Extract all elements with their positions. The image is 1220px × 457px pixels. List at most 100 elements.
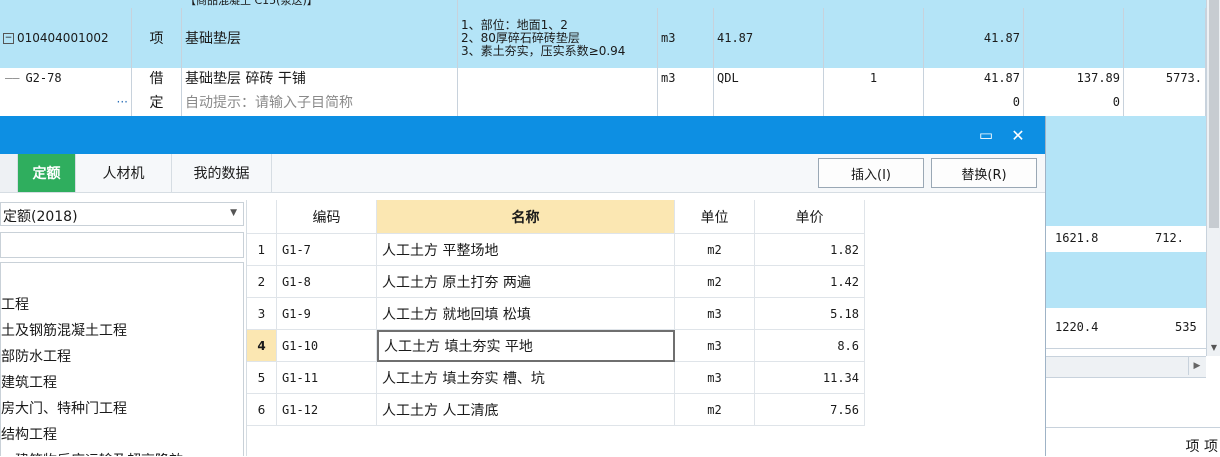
close-icon[interactable]: ✕ [1008, 125, 1028, 145]
tree-search-input[interactable] [0, 232, 244, 258]
row-price: 11.34 [755, 362, 865, 394]
sheet-row-item[interactable]: − 010404001002 项 基础垫层 1、部位：地面1、2 2、80厚碎石… [0, 8, 1220, 69]
table-row[interactable]: 6 G1-12 人工土方 人工清底 m2 7.56 [247, 394, 865, 426]
item-expr: 41.87 [714, 8, 824, 68]
row-index: 1 [247, 234, 277, 266]
quota-unit: m3 [658, 68, 714, 88]
table-row[interactable]: 5 G1-11 人工土方 填土夯实 槽、坑 m3 11.34 [247, 362, 865, 394]
right-value-b1: 1220.4 [1055, 320, 1099, 334]
tree-item-1[interactable]: 土及钢筋混凝土工程 [1, 317, 127, 343]
quota-expr: QDL [714, 68, 824, 88]
sheet-right-highlight-1 [1045, 116, 1206, 226]
dialog-titlebar[interactable]: ▭ ✕ [0, 116, 1045, 154]
tab-my-data[interactable]: 我的数据 [172, 154, 272, 192]
row-unit: m2 [675, 234, 755, 266]
quota-input-hint[interactable]: 自动提示：请输入子目简称 [182, 88, 458, 116]
sheet-right-highlight-2 [1045, 252, 1206, 308]
table-row-selected[interactable]: 4 G1-10 人工土方 填土夯实 平地 m3 8.6 [247, 330, 865, 362]
row-unit: m3 [675, 330, 755, 362]
table-row[interactable]: 2 G1-8 人工土方 原土打夯 两遍 m2 1.42 [247, 266, 865, 298]
item-type: 项 [132, 8, 182, 68]
partial-row-text: 【商品混凝土 C15(泵送)】 [182, 0, 458, 8]
row-unit: m3 [675, 298, 755, 330]
tree-item-0[interactable]: 工程 [1, 291, 29, 317]
replace-button[interactable]: 替换(R) [931, 158, 1037, 188]
new-row-qty: 0 [924, 88, 1024, 116]
quota-dialog: ▭ ✕ 定额 人材机 我的数据 插入(I) 替换(R) 定额(2018) ▼ 工… [0, 116, 1046, 456]
row-code: G1-9 [277, 298, 377, 330]
tree-item-3[interactable]: 建筑工程 [1, 369, 57, 395]
bottom-right-labels: 项 项 [1185, 439, 1218, 455]
scroll-right-icon[interactable]: ▶ [1188, 357, 1205, 375]
quota-library-select[interactable]: 定额(2018) ▼ [0, 202, 244, 226]
row-index: 6 [247, 394, 277, 426]
more-button[interactable]: ··· [0, 88, 132, 116]
row-name[interactable]: 人工土方 填土夯实 平地 [377, 330, 675, 362]
row-code: G1-8 [277, 266, 377, 298]
item-qty: 41.87 [924, 8, 1024, 68]
row-price: 1.82 [755, 234, 865, 266]
item-features: 1、部位：地面1、2 2、80厚碎石碎砖垫层 3、素土夯实，压实系数≥0.94 [458, 8, 658, 68]
new-row-type: 定 [132, 88, 182, 116]
quota-type: 借 [132, 68, 182, 88]
quota-coef: 1 [824, 68, 924, 88]
dialog-tabs: 定额 人材机 我的数据 插入(I) 替换(R) [0, 154, 1045, 193]
tree-item-4[interactable]: 房大门、特种门工程 [1, 395, 127, 421]
item-unit: m3 [658, 8, 714, 68]
row-index: 2 [247, 266, 277, 298]
row-name: 人工土方 原土打夯 两遍 [377, 266, 675, 298]
col-header-unit[interactable]: 单位 [675, 200, 755, 234]
row-unit: m3 [675, 362, 755, 394]
row-unit: m2 [675, 394, 755, 426]
chapter-tree: 工程 土及钢筋混凝土工程 部防水工程 建筑工程 房大门、特种门工程 结构工程 …… [0, 262, 244, 456]
insert-button[interactable]: 插入(I) [818, 158, 924, 188]
h-scrollbar[interactable] [1045, 356, 1206, 378]
row-price: 8.6 [755, 330, 865, 362]
table-row[interactable]: 1 G1-7 人工土方 平整场地 m2 1.82 [247, 234, 865, 266]
row-index: 3 [247, 298, 277, 330]
sheet-row-quota[interactable]: —— G2-78 借 基础垫层 碎砖 干铺 m3 QDL 1 41.87 137.… [0, 68, 1220, 89]
sheet-row-new[interactable]: ··· 定 自动提示：请输入子目简称 0 0 [0, 88, 1220, 117]
row-index: 4 [247, 330, 277, 362]
tree-item-2[interactable]: 部防水工程 [1, 343, 71, 369]
row-index: 5 [247, 362, 277, 394]
col-header-name[interactable]: 名称 [377, 200, 675, 234]
chevron-down-icon: ▼ [230, 208, 237, 218]
row-name: 人工土方 人工清底 [377, 394, 675, 426]
collapse-icon[interactable]: − [3, 32, 14, 44]
feature-line-2: 2、80厚碎石碎砖垫层 [461, 30, 580, 45]
row-price: 1.42 [755, 266, 865, 298]
row-name: 人工土方 平整场地 [377, 234, 675, 266]
row-price: 5.18 [755, 298, 865, 330]
item-code: 010404001002 [17, 31, 109, 45]
quota-code: G2-78 [25, 71, 62, 85]
right-value-b2: 535 [1175, 320, 1197, 334]
right-value-a2: 712. [1155, 231, 1184, 245]
quota-price: 137.89 [1024, 68, 1124, 88]
v-scrollbar[interactable]: ▼ [1206, 0, 1220, 356]
quota-qty: 41.87 [924, 68, 1024, 88]
feature-line-1: 1、部位：地面1、2 [461, 17, 568, 32]
quota-grid: 编码 名称 单位 单价 1 G1-7 人工土方 平整场地 m2 1.82 2 G… [246, 200, 1046, 456]
row-price: 7.56 [755, 394, 865, 426]
row-name: 人工土方 就地回填 松填 [377, 298, 675, 330]
row-code: G1-11 [277, 362, 377, 394]
tree-item-6[interactable]: …建筑物后序运输及超高降效… [1, 447, 197, 456]
col-header-code[interactable]: 编码 [277, 200, 377, 234]
right-value-a1: 1621.8 [1055, 231, 1099, 245]
row-code: G1-7 [277, 234, 377, 266]
tab-materials[interactable]: 人材机 [76, 154, 172, 192]
tab-quota[interactable]: 定额 [18, 154, 76, 192]
row-unit: m2 [675, 266, 755, 298]
item-name: 基础垫层 [182, 8, 458, 68]
row-name: 人工土方 填土夯实 槽、坑 [377, 362, 675, 394]
feature-line-3: 3、素土夯实，压实系数≥0.94 [461, 43, 626, 58]
tree-item-5[interactable]: 结构工程 [1, 421, 57, 447]
scroll-down-icon[interactable]: ▼ [1207, 340, 1220, 354]
table-row[interactable]: 3 G1-9 人工土方 就地回填 松填 m3 5.18 [247, 298, 865, 330]
v-scroll-thumb[interactable] [1209, 0, 1219, 228]
maximize-icon[interactable]: ▭ [976, 125, 996, 145]
quota-name: 基础垫层 碎砖 干铺 [182, 68, 458, 88]
col-header-price[interactable]: 单价 [755, 200, 865, 234]
quota-library-value: 定额(2018) [3, 209, 78, 225]
